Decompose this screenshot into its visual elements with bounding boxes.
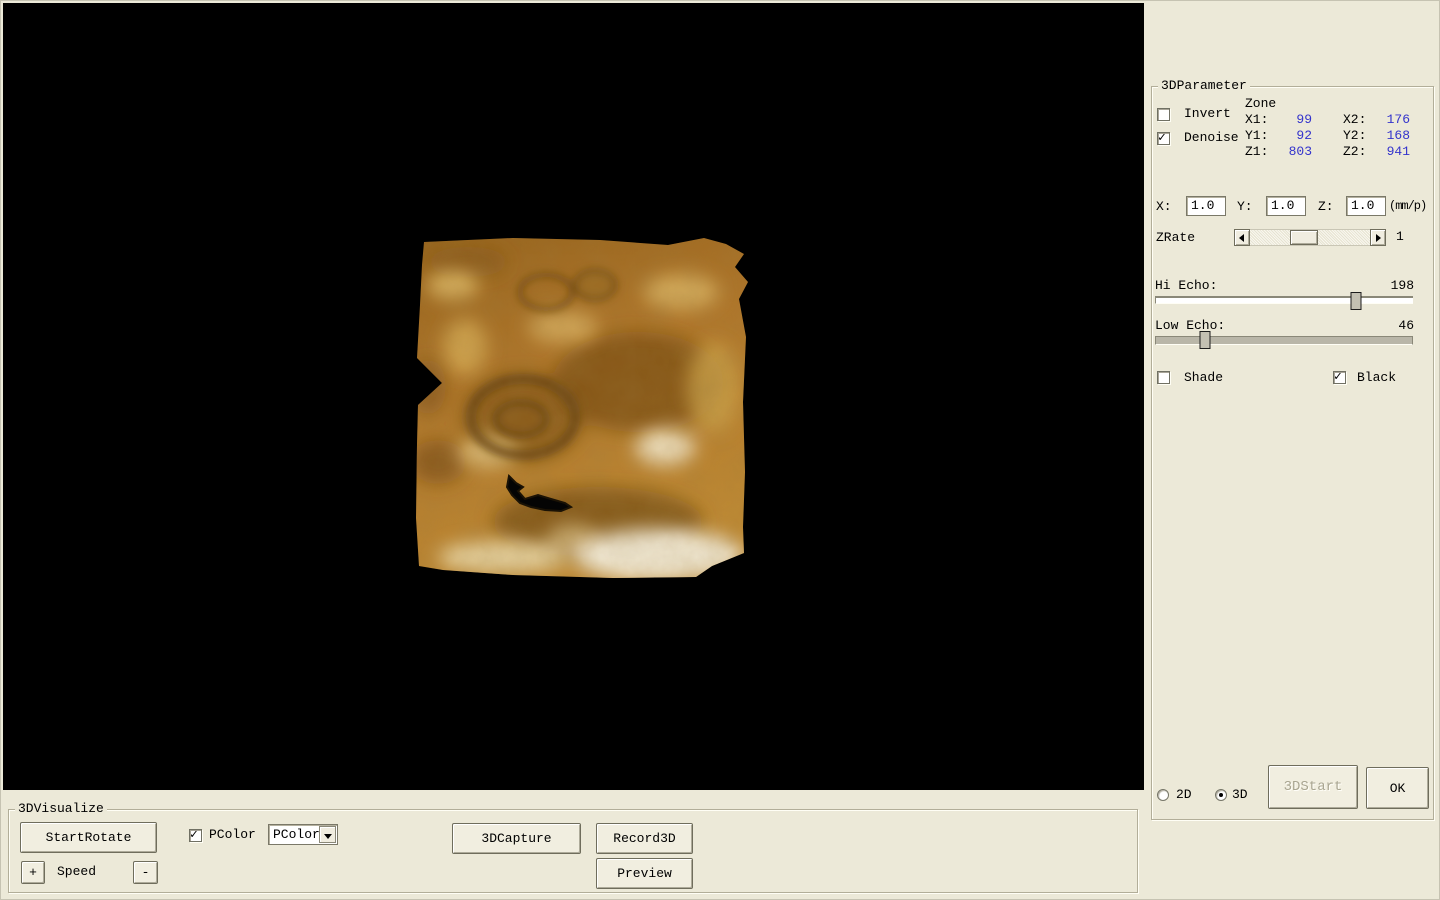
x-scale-input[interactable]: 1.0	[1186, 196, 1226, 216]
zone-y1-value: 92	[1282, 128, 1312, 144]
low-echo-label: Low Echo:	[1155, 318, 1225, 334]
right-arrow-icon	[1376, 234, 1381, 242]
zone-row-x: X1: 99 X2: 176	[1245, 112, 1410, 128]
zone-readout: Zone X1: 99 X2: 176 Y1: 92 Y2: 168 Z1: 8…	[1245, 96, 1410, 160]
z-scale-input[interactable]: 1.0	[1346, 196, 1386, 216]
left-arrow-icon	[1239, 234, 1244, 242]
ultrasound-3d-render[interactable]	[413, 237, 751, 578]
3dstart-button[interactable]: 3DStart	[1268, 765, 1358, 809]
render-viewport[interactable]	[3, 3, 1144, 790]
ultrasound-3d-image	[413, 237, 751, 578]
mode-2d-radio[interactable]	[1157, 789, 1169, 801]
shade-checkbox[interactable]	[1157, 371, 1170, 384]
3dcapture-button[interactable]: 3DCapture	[452, 823, 581, 854]
zone-x2-value: 176	[1380, 112, 1410, 128]
hi-echo-value: 198	[1390, 278, 1414, 294]
black-label: Black	[1357, 370, 1396, 386]
x-scale-label: X:	[1156, 199, 1172, 215]
mode-2d-label: 2D	[1176, 787, 1192, 803]
zone-x1-label: X1:	[1245, 112, 1282, 128]
pcolor-dropdown-value: PColor	[273, 827, 320, 843]
invert-checkbox[interactable]	[1157, 108, 1170, 121]
zrate-thumb[interactable]	[1290, 230, 1318, 245]
app-window: 3DParameter Invert Denoise Zone X1: 99 X…	[0, 0, 1440, 900]
scale-unit-label: (mm/p)	[1389, 198, 1426, 214]
parameter-groupbox-title: 3DParameter	[1158, 78, 1250, 94]
preview-button[interactable]: Preview	[596, 858, 693, 889]
pcolor-label: PColor	[209, 827, 256, 843]
mode-3d-radio[interactable]	[1215, 789, 1227, 801]
hi-echo-label: Hi Echo:	[1155, 278, 1217, 294]
pcolor-dropdown-button[interactable]	[319, 826, 336, 843]
shade-label: Shade	[1184, 370, 1223, 386]
start-rotate-button[interactable]: StartRotate	[20, 822, 157, 853]
low-echo-slider[interactable]	[1155, 336, 1413, 345]
zrate-right-arrow-button[interactable]	[1370, 229, 1386, 246]
low-echo-thumb[interactable]	[1199, 331, 1210, 349]
y-scale-label: Y:	[1237, 199, 1253, 215]
zone-y1-label: Y1:	[1245, 128, 1282, 144]
low-echo-value: 46	[1390, 318, 1414, 334]
zone-row-z: Z1: 803 Z2: 941	[1245, 144, 1410, 160]
denoise-checkbox[interactable]	[1157, 132, 1170, 145]
zone-z1-label: Z1:	[1245, 144, 1282, 160]
hi-echo-thumb[interactable]	[1351, 292, 1362, 310]
zone-z2-value: 941	[1380, 144, 1410, 160]
chevron-down-icon	[324, 834, 332, 839]
zone-y2-value: 168	[1380, 128, 1410, 144]
pcolor-checkbox[interactable]	[189, 829, 202, 842]
denoise-label: Denoise	[1184, 130, 1239, 146]
speed-plus-button[interactable]: +	[21, 861, 45, 884]
z-scale-label: Z:	[1318, 199, 1334, 215]
zone-y2-label: Y2:	[1343, 128, 1380, 144]
record3d-button[interactable]: Record3D	[596, 823, 693, 854]
zone-z2-label: Z2:	[1343, 144, 1380, 160]
y-scale-input[interactable]: 1.0	[1266, 196, 1306, 216]
zone-title: Zone	[1245, 96, 1410, 112]
pcolor-dropdown[interactable]: PColor	[268, 824, 338, 845]
ok-button[interactable]: OK	[1366, 767, 1429, 809]
zrate-scrollbar[interactable]	[1234, 229, 1386, 246]
hi-echo-slider[interactable]	[1155, 296, 1413, 304]
zrate-track[interactable]	[1250, 229, 1370, 246]
visualize-groupbox-title: 3DVisualize	[15, 801, 107, 817]
speed-minus-button[interactable]: -	[133, 861, 158, 884]
zone-row-y: Y1: 92 Y2: 168	[1245, 128, 1410, 144]
zone-x1-value: 99	[1282, 112, 1312, 128]
invert-label: Invert	[1184, 106, 1231, 122]
zone-z1-value: 803	[1282, 144, 1312, 160]
zrate-value: 1	[1396, 229, 1404, 245]
mode-3d-label: 3D	[1232, 787, 1248, 803]
zone-x2-label: X2:	[1343, 112, 1380, 128]
black-checkbox[interactable]	[1333, 371, 1346, 384]
zrate-label: ZRate	[1156, 230, 1195, 246]
zrate-left-arrow-button[interactable]	[1234, 229, 1250, 246]
speed-label: Speed	[57, 864, 96, 880]
